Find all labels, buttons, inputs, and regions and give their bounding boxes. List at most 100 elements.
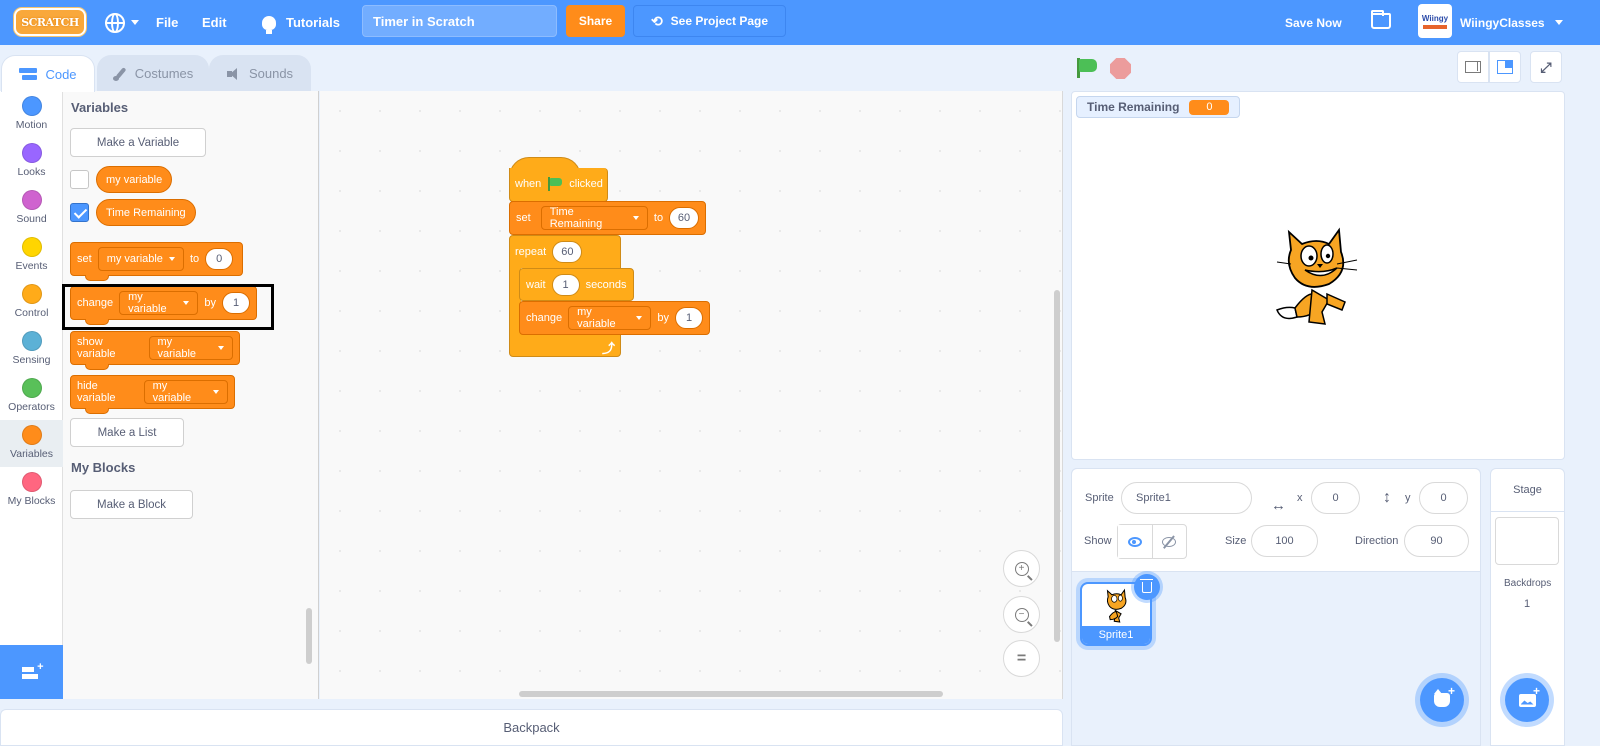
my-variable-reporter[interactable]: my variable — [96, 166, 173, 193]
sprite-name-label: Sprite — [1085, 492, 1114, 504]
tutorials-button[interactable]: Tutorials — [262, 0, 340, 45]
value-input[interactable]: 1 — [675, 307, 703, 329]
normal-stage-button[interactable] — [1489, 51, 1521, 83]
variable-dropdown[interactable]: my variable — [97, 247, 184, 271]
show-sprite-button[interactable] — [1118, 525, 1153, 558]
backdrops-label: Backdrops — [1504, 578, 1552, 589]
sprite-name-input[interactable]: Sprite1 — [1121, 482, 1252, 514]
brush-icon — [112, 67, 127, 81]
tutorials-label: Tutorials — [286, 15, 340, 30]
menu-bar: SCRATCH File Edit Tutorials Timer in Scr… — [0, 0, 1600, 45]
time-remaining-checkbox[interactable] — [70, 203, 89, 222]
variable-dropdown[interactable]: my variable — [143, 380, 228, 404]
script-change-variable-block[interactable]: change my variable by 1 — [519, 301, 710, 335]
category-events[interactable]: Events — [0, 232, 63, 279]
language-menu[interactable] — [105, 0, 139, 45]
green-flag-button[interactable] — [1076, 58, 1098, 78]
share-button[interactable]: Share — [566, 5, 625, 37]
variables-heading: Variables — [71, 100, 129, 115]
variable-dropdown[interactable]: my variable — [568, 306, 652, 330]
save-now-button[interactable]: Save Now — [1285, 0, 1342, 45]
value-input[interactable]: 60 — [669, 207, 699, 229]
category-sound[interactable]: Sound — [0, 185, 63, 232]
scratch-logo[interactable]: SCRATCH — [14, 8, 86, 36]
tab-code-label: Code — [45, 66, 77, 82]
size-input[interactable]: 100 — [1251, 525, 1318, 557]
block-notch — [85, 408, 109, 414]
category-operators[interactable]: Operators — [0, 373, 63, 420]
project-title-input[interactable]: Timer in Scratch — [362, 5, 557, 37]
monitor-label: Time Remaining — [1087, 100, 1180, 114]
my-stuff-folder-icon[interactable] — [1371, 10, 1391, 29]
dropdown-value: my variable — [157, 336, 197, 360]
y-input[interactable]: 0 — [1419, 482, 1468, 514]
tab-sounds[interactable]: Sounds — [209, 55, 311, 91]
sensing-dot-icon — [21, 331, 42, 351]
hide-sprite-button[interactable] — [1153, 525, 1187, 558]
lightbulb-icon — [262, 15, 276, 34]
tab-costumes[interactable]: Costumes — [97, 55, 209, 91]
account-menu[interactable]: WiingyClasses — [1460, 0, 1563, 45]
variable-monitor[interactable]: Time Remaining 0 — [1076, 96, 1241, 118]
zoom-in-button[interactable]: + — [1003, 550, 1040, 587]
sound-dot-icon — [21, 190, 42, 210]
category-variables[interactable]: Variables — [0, 420, 63, 467]
see-project-page-button[interactable]: ⟲ See Project Page — [633, 5, 786, 37]
variable-dropdown[interactable]: my variable — [148, 336, 233, 360]
dropdown-caret-icon — [632, 216, 639, 220]
choose-sprite-button[interactable]: + — [1420, 678, 1464, 722]
edit-menu[interactable]: Edit — [202, 0, 227, 45]
account-avatar[interactable]: Wiingy — [1418, 4, 1452, 38]
my-variable-checkbox[interactable] — [70, 170, 89, 189]
workspace-vertical-scrollbar[interactable] — [1054, 290, 1060, 642]
small-stage-button[interactable] — [1457, 51, 1489, 83]
dropdown-value: my variable — [152, 380, 192, 404]
script-set-variable-block[interactable]: set Time Remaining to 60 — [509, 201, 706, 235]
delete-sprite-button[interactable] — [1134, 574, 1160, 600]
make-variable-button[interactable]: Make a Variable — [70, 128, 206, 157]
y-label: y — [1405, 492, 1411, 504]
code-workspace[interactable] — [320, 91, 1063, 699]
hide-variable-block[interactable]: hide variable my variable — [70, 375, 235, 414]
make-block-button[interactable]: Make a Block — [70, 490, 193, 519]
x-label: x — [1297, 492, 1303, 504]
backpack[interactable]: Backpack — [0, 709, 1063, 746]
file-menu[interactable]: File — [156, 0, 178, 45]
repeat-count-input[interactable]: 60 — [552, 241, 583, 263]
tab-code[interactable]: Code — [1, 55, 95, 92]
block-notch — [85, 364, 109, 370]
set-variable-block[interactable]: set my variable to 0 — [70, 242, 243, 281]
show-variable-block[interactable]: show variable my variable — [70, 331, 240, 370]
stage-thumbnail[interactable] — [1495, 517, 1559, 565]
category-sensing[interactable]: Sensing — [0, 326, 63, 373]
stop-button[interactable] — [1110, 58, 1131, 79]
make-list-button[interactable]: Make a List — [70, 418, 184, 447]
add-extension-button[interactable]: + — [0, 645, 63, 699]
variable-dropdown[interactable]: Time Remaining — [540, 206, 648, 230]
zoom-reset-button[interactable]: = — [1003, 640, 1040, 677]
scratch-cat-sprite[interactable] — [1267, 222, 1367, 332]
fullscreen-button[interactable]: ⤢ — [1530, 51, 1562, 83]
operators-dot-icon — [21, 378, 42, 398]
wait-seconds-input[interactable]: 1 — [551, 274, 580, 296]
caret-down-icon — [131, 20, 139, 25]
visibility-toggle — [1117, 524, 1187, 559]
category-motion[interactable]: Motion — [0, 91, 63, 138]
tab-sounds-label: Sounds — [248, 66, 294, 81]
x-input[interactable]: 0 — [1311, 482, 1360, 514]
value-input[interactable]: 0 — [205, 248, 234, 270]
category-control[interactable]: Control — [0, 279, 63, 326]
zoom-out-button[interactable]: − — [1003, 596, 1040, 633]
category-my-blocks[interactable]: My Blocks — [0, 467, 63, 514]
choose-backdrop-button[interactable]: + — [1505, 678, 1549, 722]
workspace-horizontal-scrollbar[interactable] — [519, 691, 943, 697]
eye-icon — [1127, 536, 1142, 547]
stage-canvas[interactable] — [1071, 91, 1565, 460]
block-label: by — [657, 312, 669, 324]
time-remaining-reporter[interactable]: Time Remaining — [96, 199, 196, 226]
horizontal-arrows-icon: ↔ — [1271, 497, 1286, 514]
category-label: Operators — [8, 401, 55, 413]
category-looks[interactable]: Looks — [0, 138, 63, 185]
palette-scrollbar[interactable] — [306, 608, 312, 664]
direction-input[interactable]: 90 — [1404, 525, 1469, 557]
